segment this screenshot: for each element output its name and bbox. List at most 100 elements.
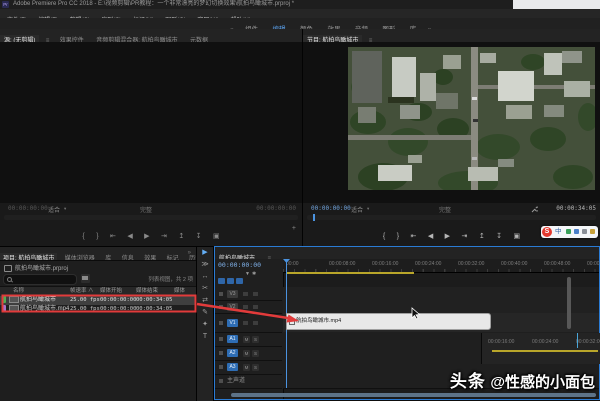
timeline-horizontal-scrollbar[interactable] [231, 393, 596, 397]
mute-button[interactable]: M [243, 335, 250, 343]
tab-markers[interactable]: 标记 [164, 253, 182, 260]
ime-keyboard-icon[interactable] [582, 229, 587, 234]
mute-button[interactable]: M [243, 363, 250, 371]
mark-out-icon[interactable]: } [96, 230, 98, 244]
linked-selection-icon[interactable] [236, 278, 243, 284]
add-marker-icon[interactable]: ▼ [245, 271, 250, 277]
snap-icon[interactable] [227, 278, 234, 284]
program-fit-dropdown[interactable]: 适合 [351, 205, 363, 214]
project-file-name[interactable]: 航拍鸟瞰城市.prproj [4, 263, 68, 272]
new-bin-icon[interactable] [81, 274, 90, 283]
play-icon[interactable]: ▶ [445, 230, 450, 244]
item-name[interactable]: 航拍鸟瞰城市 [20, 296, 56, 305]
step-forward-icon[interactable]: ⇥ [161, 230, 167, 244]
ime-fullwidth-icon[interactable] [566, 229, 571, 234]
program-scrubber[interactable] [307, 214, 596, 221]
pen-tool-icon[interactable]: ✎ [197, 307, 213, 319]
mark-in-icon[interactable]: { [383, 230, 385, 244]
column-media-start[interactable]: 媒体开始 [100, 287, 122, 296]
mark-in-icon[interactable]: { [82, 230, 84, 244]
lock-icon[interactable] [219, 304, 223, 309]
tab-libraries[interactable]: 库 [102, 253, 114, 260]
lock-icon[interactable] [219, 365, 223, 369]
sync-lock-icon[interactable] [253, 304, 258, 309]
ime-toolbar[interactable]: S 中 [541, 226, 598, 238]
tab-effects[interactable]: 效果 [141, 253, 159, 260]
lift-icon[interactable]: ↥ [479, 230, 485, 244]
mark-out-icon[interactable]: } [397, 230, 399, 244]
source-fit-dropdown[interactable]: 适合 [48, 205, 60, 214]
type-tool-icon[interactable]: T [197, 331, 213, 343]
column-name[interactable]: 名称 [13, 287, 24, 296]
track-lane-v3[interactable] [283, 287, 599, 301]
eye-icon[interactable] [243, 291, 248, 296]
program-playhead[interactable] [313, 214, 315, 221]
step-back-icon[interactable]: ◀ [127, 230, 132, 244]
track-target-badge[interactable]: A2 [227, 349, 238, 357]
table-row-clip[interactable]: 航拍鸟瞰城市.mp4 25.00 fps 00:00:00:00 00:00:3… [0, 305, 196, 314]
sync-lock-icon[interactable] [253, 320, 258, 325]
tab-project[interactable]: 项目: 航拍鸟瞰城市 [0, 253, 58, 260]
settings-wrench-icon[interactable] [531, 206, 538, 213]
timeline-settings-icon[interactable]: ✱ [252, 271, 256, 277]
item-name[interactable]: 航拍鸟瞰城市.mp4 [20, 305, 69, 314]
program-resolution-dropdown[interactable]: 完整 [439, 205, 451, 214]
column-media-end[interactable]: 媒体结束 [136, 287, 158, 296]
step-forward-icon[interactable]: ⇥ [462, 230, 468, 244]
razor-tool-icon[interactable]: ✂ [197, 283, 213, 295]
tab-info[interactable]: 信息 [119, 253, 137, 260]
lock-icon[interactable] [219, 337, 223, 341]
track-target-badge[interactable]: V1 [227, 318, 238, 327]
lock-icon[interactable] [219, 291, 223, 296]
play-icon[interactable]: ▶ [144, 230, 149, 244]
track-target-badge[interactable]: A3 [227, 363, 238, 371]
sync-lock-icon[interactable] [253, 291, 258, 296]
track-select-forward-tool-icon[interactable]: ≫ [197, 259, 213, 271]
ime-toolbox-icon[interactable] [590, 229, 595, 234]
eye-icon[interactable] [243, 320, 248, 325]
search-input[interactable] [3, 274, 77, 285]
go-to-in-icon[interactable]: ⇤ [110, 230, 116, 244]
timeline-clip[interactable]: 航拍鸟瞰城市.mp4 [286, 313, 491, 330]
solo-button[interactable]: S [252, 335, 259, 343]
step-back-icon[interactable]: ◀ [428, 230, 433, 244]
track-header-v1[interactable]: V1 [215, 313, 282, 333]
track-header-v3[interactable]: V3 [215, 287, 282, 301]
ime-punctuation-icon[interactable] [574, 229, 579, 234]
track-target-badge[interactable]: A1 [227, 335, 238, 343]
track-header-a2[interactable]: A2 M S [215, 346, 282, 361]
track-target-badge[interactable]: V3 [227, 289, 238, 298]
insert-icon[interactable]: ↥ [178, 230, 184, 244]
sogou-logo-icon[interactable]: S [542, 227, 552, 237]
go-to-in-icon[interactable]: ⇤ [410, 230, 416, 244]
overwrite-icon[interactable]: ↧ [196, 230, 202, 244]
nest-toggle-icon[interactable] [218, 278, 225, 284]
tab-media-browser[interactable]: 媒体浏览器 [62, 253, 98, 260]
selection-tool-icon[interactable]: ▶ [197, 247, 213, 259]
extract-icon[interactable]: ↧ [496, 230, 502, 244]
ripple-edit-tool-icon[interactable]: ↔ [197, 271, 213, 283]
column-framerate[interactable]: 帧速率 ∧ [70, 287, 94, 296]
button-editor-icon[interactable]: + [292, 225, 296, 232]
solo-button[interactable]: S [252, 349, 259, 357]
track-lane-v2[interactable] [283, 300, 599, 314]
timeline-ruler[interactable]: 00:00 00:00:08:00 00:00:16:00 00:00:24:0… [283, 259, 600, 273]
export-frame-icon[interactable]: ▣ [513, 230, 520, 244]
source-resolution-dropdown[interactable]: 完整 [140, 205, 152, 214]
timeline-vertical-scrollbar[interactable] [567, 277, 571, 329]
label-color-chip[interactable] [2, 305, 6, 312]
table-row-sequence[interactable]: 航拍鸟瞰城市 25.00 fps 00:00:00:00 00:00:34:05 [0, 296, 196, 305]
tab-overflow-icon[interactable]: » [185, 247, 194, 260]
track-header-a1[interactable]: A1 M S [215, 332, 282, 347]
track-header-v2[interactable]: V2 [215, 300, 282, 314]
solo-button[interactable]: S [252, 363, 259, 371]
column-media-duration[interactable]: 媒体 [174, 287, 185, 296]
lock-icon[interactable] [219, 320, 223, 325]
source-scrubber[interactable] [4, 215, 298, 220]
label-color-chip[interactable] [2, 296, 6, 303]
ime-mode-chinese[interactable]: 中 [555, 226, 562, 238]
mute-button[interactable]: M [243, 349, 250, 357]
slip-tool-icon[interactable]: ⇄ [197, 295, 213, 307]
eye-icon[interactable] [243, 304, 248, 309]
track-header-master[interactable]: 主声道 [215, 374, 282, 389]
